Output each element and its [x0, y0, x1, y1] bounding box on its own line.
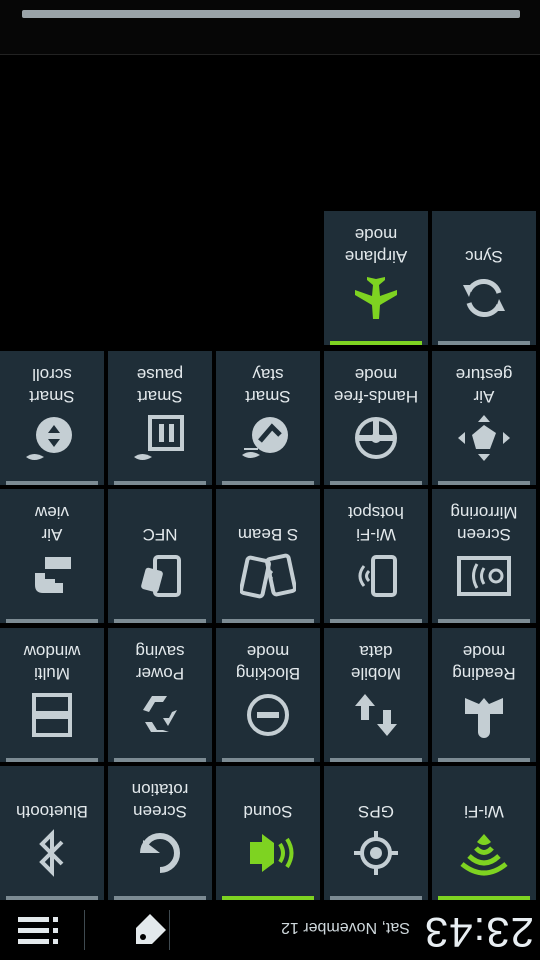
toggle-label: Airplane mode — [344, 225, 408, 266]
toggle-indicator — [114, 758, 206, 762]
air-view-icon — [0, 551, 104, 601]
toggle-reading-mode[interactable]: Reading mode — [432, 628, 536, 762]
toggle-label: Bluetooth — [16, 802, 88, 821]
toggle-smart-scroll[interactable]: Smart scroll — [0, 351, 104, 485]
toggle-indicator — [330, 481, 422, 485]
hotspot-icon — [324, 551, 428, 601]
toggle-indicator — [438, 758, 530, 762]
toggle-blocking-mode[interactable]: Blocking mode — [216, 628, 320, 762]
toggle-label: Multi window — [23, 642, 81, 683]
toggle-power-saving[interactable]: Power saving — [108, 628, 212, 762]
air-gesture-icon — [432, 413, 536, 463]
reading-mode-icon — [432, 690, 536, 740]
date: Sat, November 12 — [281, 919, 410, 936]
toggle-label: Wi-Fi hotspot — [348, 503, 404, 544]
hands-free-icon — [324, 413, 428, 463]
toggle-bluetooth[interactable]: Bluetooth — [0, 766, 104, 900]
toggle-label: Blocking mode — [235, 642, 301, 683]
quick-settings-panel: 23:43 Sat, November 12 Wi-Fi GPS Sound S… — [0, 0, 540, 960]
toggle-screen-mirroring[interactable]: Screen Mirroring — [432, 489, 536, 623]
sync-icon — [432, 273, 536, 323]
multi-window-icon — [0, 690, 104, 740]
s-beam-icon — [216, 551, 320, 601]
screen-mirroring-icon — [432, 551, 536, 601]
toggle-indicator — [438, 341, 530, 345]
toggle-indicator — [222, 619, 314, 623]
toggle-label: Sound — [243, 802, 293, 821]
toggle-indicator — [114, 619, 206, 623]
toggle-indicator — [330, 341, 422, 345]
toggle-indicator — [6, 481, 98, 485]
toggle-indicator — [438, 481, 530, 485]
toggle-label: Screen rotation — [131, 780, 189, 821]
toggle-airplane-mode[interactable]: Airplane mode — [324, 211, 428, 345]
toggle-indicator — [6, 619, 98, 623]
toggle-gps[interactable]: GPS — [324, 766, 428, 900]
toggle-indicator — [330, 896, 422, 900]
airplane-icon — [324, 273, 428, 323]
gps-icon — [324, 828, 428, 878]
status-header: 23:43 Sat, November 12 — [0, 902, 540, 960]
panel-footer — [0, 0, 540, 55]
mobile-data-icon — [324, 690, 428, 740]
nfc-icon — [108, 551, 212, 601]
tag-icon — [130, 910, 170, 950]
toggle-nfc[interactable]: NFC — [108, 489, 212, 623]
toggle-indicator — [222, 758, 314, 762]
toggle-wi-fi[interactable]: Wi-Fi — [432, 766, 536, 900]
toggle-mobile-data[interactable]: Mobile data — [324, 628, 428, 762]
toggle-indicator — [438, 619, 530, 623]
toggle-label: Mobile data — [350, 642, 402, 683]
toggle-indicator — [330, 758, 422, 762]
toggle-label: Smart stay — [245, 365, 291, 406]
blocking-mode-icon — [216, 690, 320, 740]
toggle-s-beam[interactable]: S Beam — [216, 489, 320, 623]
toggle-indicator — [330, 619, 422, 623]
toggle-wi-fi-hotspot[interactable]: Wi-Fi hotspot — [324, 489, 428, 623]
toggle-label: Wi-Fi — [464, 802, 504, 821]
toggle-sync[interactable]: Sync — [432, 211, 536, 345]
toggle-label: Smart scroll — [29, 365, 75, 406]
sound-icon — [216, 828, 320, 878]
toggle-indicator — [222, 896, 314, 900]
toggle-label: S Beam — [237, 525, 299, 544]
settings-list-button[interactable] — [16, 908, 60, 952]
toggle-indicator — [6, 896, 98, 900]
bluetooth-icon — [0, 828, 104, 878]
toggle-label: Smart pause — [136, 365, 184, 406]
header-divider — [84, 910, 85, 950]
toggle-indicator — [6, 758, 98, 762]
list-icon — [18, 912, 58, 948]
toggle-smart-stay[interactable]: Smart stay — [216, 351, 320, 485]
toggle-air-view[interactable]: Air view — [0, 489, 104, 623]
toggle-screen-rotation[interactable]: Screen rotation — [108, 766, 212, 900]
toggle-sound[interactable]: Sound — [216, 766, 320, 900]
clock: 23:43 — [423, 909, 534, 956]
tag-button[interactable] — [128, 908, 172, 952]
power-saving-icon — [108, 690, 212, 740]
toggle-label: Screen Mirroring — [450, 503, 518, 544]
smart-scroll-icon — [0, 413, 104, 463]
wifi-icon — [432, 828, 536, 878]
toggle-indicator — [114, 896, 206, 900]
smart-pause-icon — [108, 413, 212, 463]
toggle-label: Sync — [465, 247, 503, 266]
smart-stay-icon — [216, 413, 320, 463]
toggle-air-gesture[interactable]: Air gesture — [432, 351, 536, 485]
toggle-indicator — [114, 481, 206, 485]
toggle-label: Air gesture — [455, 365, 513, 406]
toggle-smart-pause[interactable]: Smart pause — [108, 351, 212, 485]
toggle-label: Air view — [35, 503, 70, 544]
toggle-label: GPS — [358, 802, 394, 821]
toggle-label: NFC — [142, 525, 178, 544]
toggle-label: Power saving — [135, 642, 185, 683]
toggle-label: Reading mode — [452, 642, 516, 683]
toggle-indicator — [438, 896, 530, 900]
toggle-label: Hands-free mode — [333, 365, 419, 406]
toggle-indicator — [222, 481, 314, 485]
toggle-multi-window[interactable]: Multi window — [0, 628, 104, 762]
toggle-hands-free-mode[interactable]: Hands-free mode — [324, 351, 428, 485]
rotation-icon — [108, 828, 212, 878]
drag-handle[interactable] — [22, 10, 520, 18]
